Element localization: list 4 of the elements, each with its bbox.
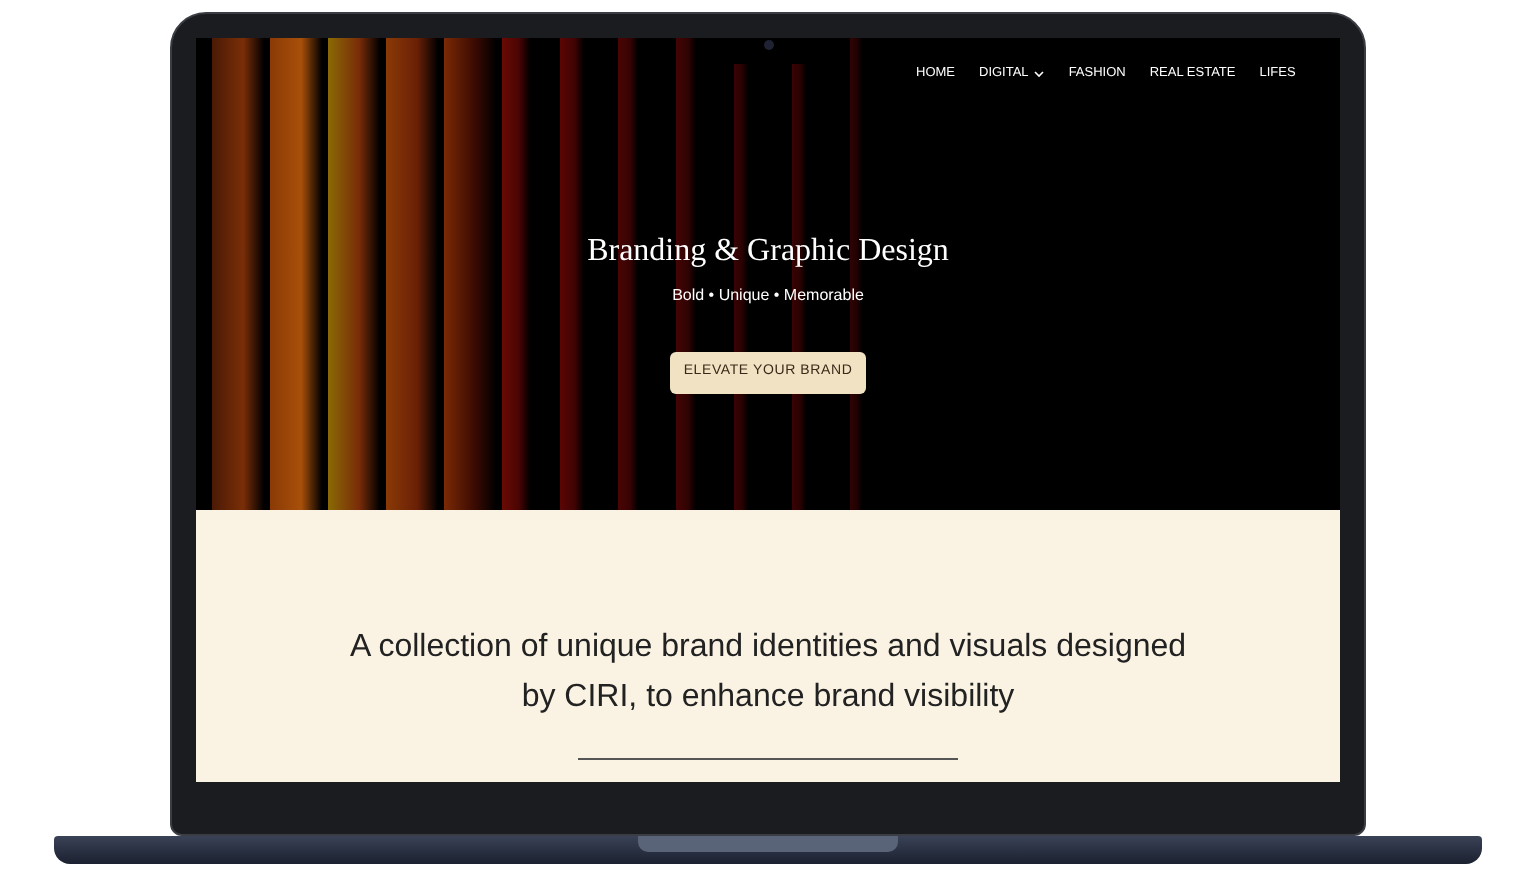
hero-title: Branding & Graphic Design xyxy=(587,232,949,272)
hero-tagline: Bold • Unique • Memorable xyxy=(672,284,864,308)
caret-icon xyxy=(1034,69,1045,78)
intro-text: A collection of unique brand identities and visuals designed by CIRI, to enhance brand visibility xyxy=(348,627,1188,718)
